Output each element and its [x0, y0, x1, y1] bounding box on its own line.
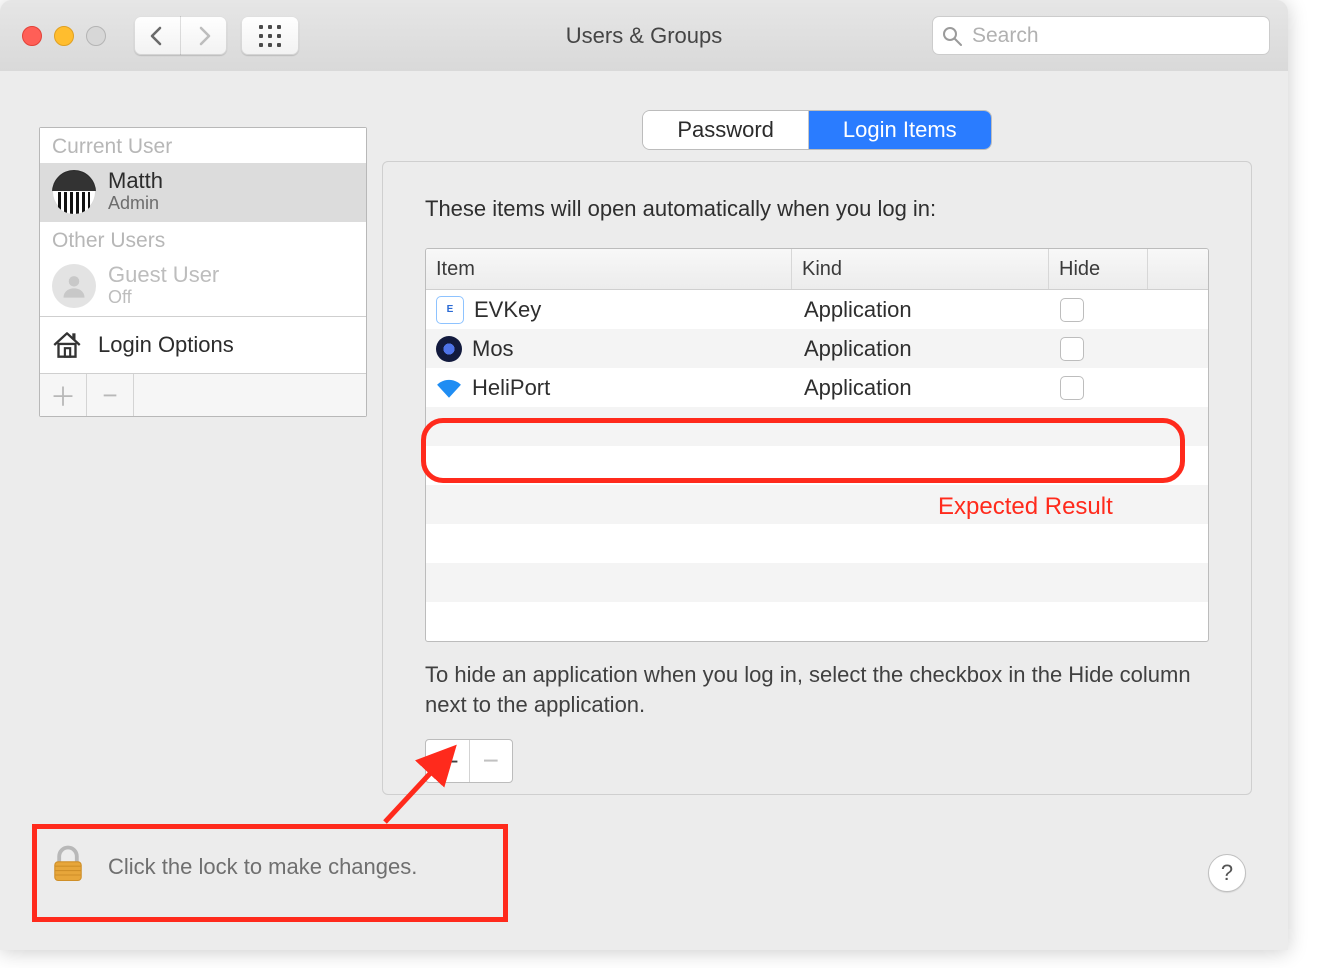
nav-buttons [134, 16, 227, 55]
back-button[interactable] [134, 16, 181, 55]
login-options-label: Login Options [98, 332, 234, 358]
hide-checkbox[interactable] [1060, 376, 1084, 400]
hide-checkbox[interactable] [1060, 337, 1084, 361]
table-body: E EVKey Application Mos [426, 290, 1208, 407]
item-name: EVKey [474, 297, 541, 323]
show-all-button[interactable] [241, 16, 299, 55]
table-row[interactable]: E EVKey Application [426, 290, 1208, 329]
col-kind[interactable]: Kind [792, 249, 1049, 289]
chevron-left-icon [149, 26, 165, 46]
minimize-window-button[interactable] [54, 26, 74, 46]
avatar [52, 264, 96, 308]
hide-hint: To hide an application when you log in, … [425, 660, 1209, 719]
chevron-right-icon [196, 26, 212, 46]
item-name: HeliPort [472, 375, 550, 401]
search-icon [942, 26, 962, 46]
item-kind: Application [794, 297, 1050, 323]
annotation-highlight-lock [32, 824, 508, 922]
person-icon [60, 272, 88, 300]
item-kind: Application [794, 375, 1050, 401]
search-input[interactable] [970, 23, 1260, 49]
guest-user-status: Off [108, 287, 219, 308]
heliport-icon [436, 375, 462, 401]
traffic-lights [22, 26, 106, 46]
guest-user-name: Guest User [108, 263, 219, 287]
item-name: Mos [472, 336, 514, 362]
mos-icon [436, 336, 462, 362]
help-button[interactable]: ? [1208, 854, 1246, 892]
current-user-name: Matth [108, 169, 163, 193]
current-user-role: Admin [108, 193, 163, 214]
close-window-button[interactable] [22, 26, 42, 46]
current-user-row[interactable]: Matth Admin [40, 163, 366, 222]
search-field[interactable] [932, 16, 1270, 55]
remove-item-button: − [470, 740, 513, 782]
annotation-highlight-row [421, 418, 1185, 483]
evkey-icon: E [436, 296, 464, 324]
intro-text: These items will open automatically when… [425, 196, 1209, 222]
hide-checkbox[interactable] [1060, 298, 1084, 322]
add-user-button: ＋ [40, 374, 87, 416]
col-spacer [1148, 249, 1208, 289]
login-options-button[interactable]: Login Options [40, 316, 366, 373]
sidebar-footer: ＋ − [40, 373, 366, 416]
item-kind: Application [794, 336, 1050, 362]
col-hide[interactable]: Hide [1049, 249, 1148, 289]
col-item[interactable]: Item [426, 249, 792, 289]
zoom-window-button [86, 26, 106, 46]
annotation-expected-label: Expected Result [938, 493, 1113, 521]
avatar [52, 170, 96, 214]
titlebar: Users & Groups [0, 0, 1288, 72]
section-current-user: Current User [40, 128, 366, 163]
add-remove-group: ＋ − [425, 739, 513, 783]
table-row[interactable]: Mos Application [426, 329, 1208, 368]
remove-user-button: − [87, 374, 134, 416]
tab-bar: Password Login Items [382, 111, 1252, 149]
user-sidebar: Current User Matth Admin Other Users [39, 127, 367, 417]
tab-login-items[interactable]: Login Items [809, 111, 991, 149]
house-icon [50, 328, 84, 362]
add-item-button[interactable]: ＋ [426, 740, 470, 782]
tab-password[interactable]: Password [643, 111, 809, 149]
table-header: Item Kind Hide [426, 249, 1208, 290]
guest-user-row[interactable]: Guest User Off [40, 257, 366, 316]
forward-button [181, 16, 227, 55]
table-row[interactable]: HeliPort Application [426, 368, 1208, 407]
grid-icon [257, 23, 283, 49]
section-other-users: Other Users [40, 222, 366, 257]
